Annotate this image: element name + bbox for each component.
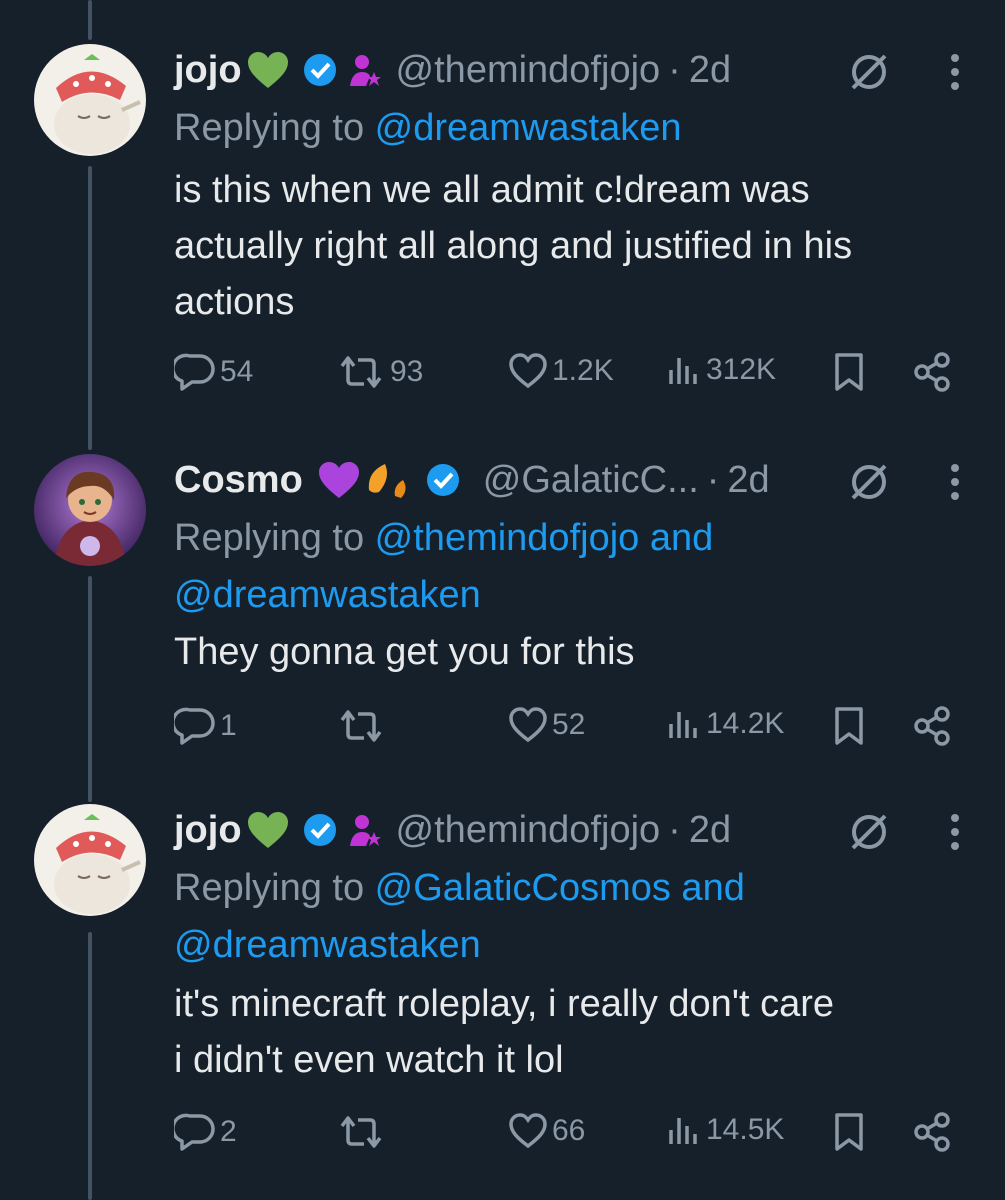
- bookmark-icon: [832, 352, 866, 392]
- reply-button[interactable]: 1: [174, 706, 237, 746]
- tweet-header: jojo @themindofjojo · 2d: [174, 804, 961, 856]
- purple-heart-icon: [317, 460, 361, 500]
- view-count: 14.2K: [706, 707, 785, 740]
- bookmark-icon: [832, 706, 866, 746]
- verified-badge-icon[interactable]: [302, 812, 338, 848]
- bookmark-button[interactable]: [832, 352, 866, 392]
- tweet-text: it's minecraft roleplay, i really don't …: [174, 983, 835, 1081]
- tweet-text: is this when we all admit c!dream was ac…: [174, 169, 853, 323]
- green-heart-icon: [246, 50, 290, 90]
- separator-dot: ·: [706, 458, 720, 501]
- like-button[interactable]: 66: [508, 1112, 585, 1150]
- reply-icon: [174, 706, 216, 746]
- views-icon: [666, 706, 702, 742]
- tweet-1[interactable]: jojo @themindofjojo · 2d Replying to @dr…: [0, 0, 1005, 392]
- reply-button[interactable]: 54: [174, 352, 253, 392]
- like-count: 52: [552, 708, 586, 741]
- views-icon: [666, 352, 702, 388]
- grok-icon[interactable]: [847, 460, 891, 509]
- tweet-3[interactable]: jojo @themindofjojo · 2d Replying to @Ga…: [0, 760, 1005, 1152]
- tweet-2[interactable]: Cosmo @GalaticC... · 2d Replying to @the…: [0, 410, 1005, 770]
- tweet-text: They gonna get you for this: [174, 631, 635, 673]
- repost-button[interactable]: 93: [336, 352, 423, 392]
- repost-button[interactable]: [336, 1112, 390, 1152]
- replying-to-label: Replying to: [174, 107, 375, 149]
- separator-dot: ·: [668, 808, 681, 851]
- replying-to-label: Replying to: [174, 867, 375, 909]
- heart-icon: [508, 706, 548, 744]
- avatar-jojo[interactable]: [34, 44, 146, 156]
- display-name[interactable]: jojo: [174, 809, 242, 852]
- bookmark-icon: [832, 1112, 866, 1152]
- reply-button[interactable]: 2: [174, 1112, 237, 1152]
- grok-icon[interactable]: [847, 810, 891, 859]
- action-bar: 2 66 14.5K: [174, 1112, 961, 1162]
- repost-count: 93: [390, 355, 424, 388]
- bookmark-button[interactable]: [832, 1112, 866, 1152]
- share-icon: [912, 1112, 952, 1152]
- autumn-leaf-icon: [365, 460, 413, 500]
- view-count: 14.5K: [706, 1113, 785, 1146]
- share-button[interactable]: [912, 706, 952, 746]
- views-button[interactable]: 14.5K: [666, 1112, 784, 1148]
- view-count: 312K: [706, 353, 777, 386]
- grok-icon[interactable]: [847, 50, 891, 99]
- reply-count: 1: [220, 709, 237, 742]
- more-options-icon[interactable]: [949, 812, 961, 857]
- more-options-icon[interactable]: [949, 52, 961, 97]
- reply-count: 2: [220, 1115, 237, 1148]
- handle[interactable]: @themindofjojo: [396, 49, 661, 92]
- affiliate-badge-icon[interactable]: [348, 52, 382, 88]
- verified-badge-icon[interactable]: [425, 462, 461, 498]
- share-button[interactable]: [912, 352, 952, 392]
- display-name[interactable]: Cosmo: [174, 459, 303, 502]
- replying-to: Replying to @dreamwastaken: [174, 100, 961, 157]
- repost-icon: [336, 1112, 386, 1152]
- action-bar: 1 52 14.2K: [174, 706, 961, 756]
- share-icon: [912, 352, 952, 392]
- handle[interactable]: @GalaticC...: [483, 459, 699, 502]
- repost-icon: [336, 706, 386, 746]
- display-name[interactable]: jojo: [174, 49, 242, 92]
- views-icon: [666, 1112, 702, 1148]
- like-button[interactable]: 52: [508, 706, 585, 744]
- share-button[interactable]: [912, 1112, 952, 1152]
- replying-to-label: Replying to: [174, 517, 375, 559]
- like-count: 1.2K: [552, 354, 614, 387]
- verified-badge-icon[interactable]: [302, 52, 338, 88]
- heart-icon: [508, 352, 548, 390]
- replying-to: Replying to @GalaticCosmos and @dreamwas…: [174, 860, 961, 974]
- avatar-jojo[interactable]: [34, 804, 146, 916]
- heart-icon: [508, 1112, 548, 1150]
- views-button[interactable]: 14.2K: [666, 706, 784, 742]
- like-button[interactable]: 1.2K: [508, 352, 614, 390]
- replying-to: Replying to @themindofjojo and @dreamwas…: [174, 510, 961, 624]
- repost-button[interactable]: [336, 706, 390, 746]
- reply-icon: [174, 352, 216, 392]
- separator-dot: ·: [668, 48, 681, 91]
- tweet-header: jojo @themindofjojo · 2d: [174, 44, 961, 96]
- like-count: 66: [552, 1114, 586, 1147]
- timestamp[interactable]: 2d: [727, 459, 769, 502]
- bookmark-button[interactable]: [832, 706, 866, 746]
- views-button[interactable]: 312K: [666, 352, 776, 388]
- green-heart-icon: [246, 810, 290, 850]
- avatar-cosmo[interactable]: [34, 454, 146, 566]
- action-bar: 54 93 1.2K 312K: [174, 352, 961, 402]
- reply-icon: [174, 1112, 216, 1152]
- share-icon: [912, 706, 952, 746]
- repost-icon: [336, 352, 386, 392]
- affiliate-badge-icon[interactable]: [348, 812, 382, 848]
- handle[interactable]: @themindofjojo: [396, 809, 661, 852]
- more-options-icon[interactable]: [949, 462, 961, 507]
- timestamp[interactable]: 2d: [689, 49, 731, 92]
- reply-target-links[interactable]: @dreamwastaken: [375, 107, 682, 149]
- reply-count: 54: [220, 355, 254, 388]
- tweet-header: Cosmo @GalaticC... · 2d: [174, 454, 961, 506]
- timestamp[interactable]: 2d: [689, 809, 731, 852]
